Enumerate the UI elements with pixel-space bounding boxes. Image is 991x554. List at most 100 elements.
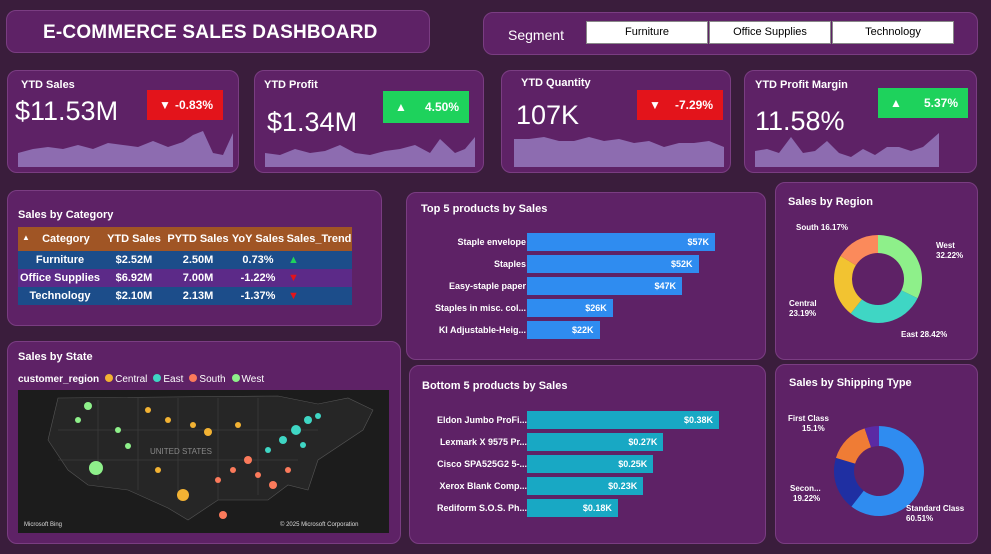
kpi-change-value: 4.50%: [424, 100, 459, 114]
sales-by-region-panel: Sales by Region South 16.17% West 32.22% …: [775, 182, 978, 360]
kpi-label: YTD Profit Margin: [755, 79, 848, 91]
bar[interactable]: $22K: [527, 321, 600, 339]
bar-category-label: Xerox Blank Comp...: [439, 481, 527, 491]
bar[interactable]: $0.25K: [527, 455, 654, 473]
kpi-change-badge: ▲ 4.50%: [383, 91, 469, 123]
donut-label-south: South 16.17%: [796, 223, 849, 232]
bar-category-label: Staples in misc. col...: [434, 303, 526, 313]
bar-category-label: Eldon Jumbo ProFi...: [437, 415, 527, 425]
kpi-change-badge: ▼ -7.29%: [637, 90, 723, 120]
sales-by-category-panel: Sales by Category ▲ Category YTD Sales PY…: [7, 190, 382, 326]
legend-item-central[interactable]: Central: [105, 374, 147, 385]
trend-down-icon: ▼: [286, 269, 352, 287]
kpi-card-profit-margin[interactable]: YTD Profit Margin 11.58% ▲ 5.37%: [744, 70, 977, 173]
column-header-category[interactable]: ▲ Category: [18, 227, 102, 251]
legend-item-south[interactable]: South: [189, 374, 226, 385]
segment-option-office-supplies[interactable]: Office Supplies: [709, 21, 831, 44]
donut-label-standard-class: Standard Class 60.51%: [906, 504, 965, 523]
donut-label-central: Central 23.19%: [789, 299, 817, 318]
bar[interactable]: $0.27K: [527, 433, 664, 451]
donut-label-east: East 28.42%: [901, 330, 948, 339]
table-row[interactable]: Technology $2.10M 2.13M -1.37% ▼: [18, 287, 352, 305]
kpi-value: $11.53M: [15, 96, 119, 126]
sparkline-area-chart: [265, 137, 475, 167]
map-attribution: © 2025 Microsoft Corporation: [280, 521, 358, 528]
down-triangle-icon: ▼: [159, 98, 171, 112]
title-panel: E-COMMERCE SALES DASHBOARD: [6, 10, 430, 53]
column-header-sales-trend[interactable]: Sales_Trend: [286, 227, 352, 251]
legend-title: customer_region: [18, 374, 100, 385]
cell-category: Furniture: [18, 251, 102, 269]
panel-title: Top 5 products by Sales: [421, 203, 548, 215]
down-triangle-icon: ▼: [649, 98, 661, 112]
up-triangle-icon: ▲: [395, 100, 407, 114]
cell-ytd: $2.52M: [102, 251, 166, 269]
donut-slice-first-class[interactable]: [835, 428, 872, 464]
sparkline-area-chart: [18, 131, 233, 167]
cell-yoy: -1.22%: [230, 269, 286, 287]
cell-ytd: $6.92M: [102, 269, 166, 287]
category-table: ▲ Category YTD Sales PYTD Sales YoY Sales…: [18, 227, 352, 305]
kpi-label: YTD Quantity: [521, 77, 591, 89]
bar[interactable]: $0.23K: [527, 477, 644, 495]
donut-label-west: West 32.22%: [936, 241, 964, 260]
sales-by-state-panel: Sales by State customer_region Central E…: [7, 341, 401, 544]
bar-category-label: Easy-staple paper: [448, 281, 526, 291]
kpi-card-sales[interactable]: YTD Sales $11.53M ▼ -0.83%: [7, 70, 239, 173]
sort-up-icon: ▲: [22, 233, 30, 242]
cell-pytd: 2.50M: [166, 251, 230, 269]
bar[interactable]: $0.18K: [527, 499, 618, 517]
donut-label-second-class: Secon... 19.22%: [790, 484, 821, 503]
bar[interactable]: $0.38K: [527, 411, 719, 429]
kpi-card-profit[interactable]: YTD Profit $1.34M ▲ 4.50%: [254, 70, 484, 173]
bar-category-label: Cisco SPA525G2 5-...: [437, 459, 527, 469]
cell-yoy: 0.73%: [230, 251, 286, 269]
up-triangle-icon: ▲: [890, 96, 902, 110]
panel-title: Bottom 5 products by Sales: [422, 380, 568, 392]
kpi-card-quantity[interactable]: YTD Quantity 107K ▼ -7.29%: [501, 70, 731, 173]
bar[interactable]: $47K: [527, 277, 683, 295]
cell-category: Office Supplies: [18, 269, 102, 287]
bottom5-products-panel: Bottom 5 products by Sales Eldon Jumbo P…: [409, 365, 766, 544]
table-row[interactable]: Office Supplies $6.92M 7.00M -1.22% ▼: [18, 269, 352, 287]
us-bubble-map[interactable]: UNITED STATES Microsoft Bing © 2025 Micr…: [18, 390, 389, 533]
kpi-label: YTD Profit: [264, 79, 318, 91]
bing-logo-text: Microsoft Bing: [24, 522, 62, 528]
panel-title: Sales by State: [18, 351, 93, 363]
column-header-pytd-sales[interactable]: PYTD Sales: [166, 227, 230, 251]
cell-ytd: $2.10M: [102, 287, 166, 305]
kpi-change-value: 5.37%: [923, 96, 958, 110]
donut-slice-west[interactable]: [878, 235, 922, 299]
segment-option-furniture[interactable]: Furniture: [586, 21, 708, 44]
legend-item-east[interactable]: East: [153, 374, 183, 385]
top5-products-panel: Top 5 products by Sales Staple envelope $…: [406, 192, 766, 360]
bar-category-label: Rediform S.O.S. Ph...: [436, 503, 527, 513]
sparkline-area-chart: [514, 137, 724, 167]
bar[interactable]: $57K: [527, 233, 715, 251]
cell-pytd: 2.13M: [166, 287, 230, 305]
donut-slice-east[interactable]: [850, 290, 918, 323]
bar-category-label: Lexmark X 9575 Pr...: [439, 437, 527, 447]
kpi-change-badge: ▼ -0.83%: [147, 90, 223, 120]
cell-yoy: -1.37%: [230, 287, 286, 305]
region-donut-chart[interactable]: [776, 183, 979, 361]
bar[interactable]: $52K: [527, 255, 699, 273]
bar[interactable]: $26K: [527, 299, 613, 317]
kpi-change-value: -0.83%: [174, 98, 213, 112]
table-row[interactable]: Furniture $2.52M 2.50M 0.73% ▲: [18, 251, 352, 269]
column-header-yoy-sales[interactable]: YoY Sales: [230, 227, 286, 251]
cell-category: Technology: [18, 287, 102, 305]
column-header-ytd-sales[interactable]: YTD Sales: [102, 227, 166, 251]
bar-category-label: KI Adjustable-Heig...: [438, 325, 526, 335]
trend-down-icon: ▼: [286, 287, 352, 305]
panel-title: Sales by Category: [18, 209, 114, 221]
legend-item-west[interactable]: West: [231, 374, 264, 385]
trend-up-icon: ▲: [286, 251, 352, 269]
segment-label: Segment: [508, 27, 565, 43]
map-country-label: UNITED STATES: [150, 447, 212, 456]
kpi-label: YTD Sales: [21, 79, 75, 91]
sparkline-area-chart: [755, 133, 939, 167]
kpi-change-badge: ▲ 5.37%: [878, 88, 968, 118]
donut-label-first-class: First Class 15.1%: [788, 414, 829, 433]
segment-option-technology[interactable]: Technology: [832, 21, 954, 44]
